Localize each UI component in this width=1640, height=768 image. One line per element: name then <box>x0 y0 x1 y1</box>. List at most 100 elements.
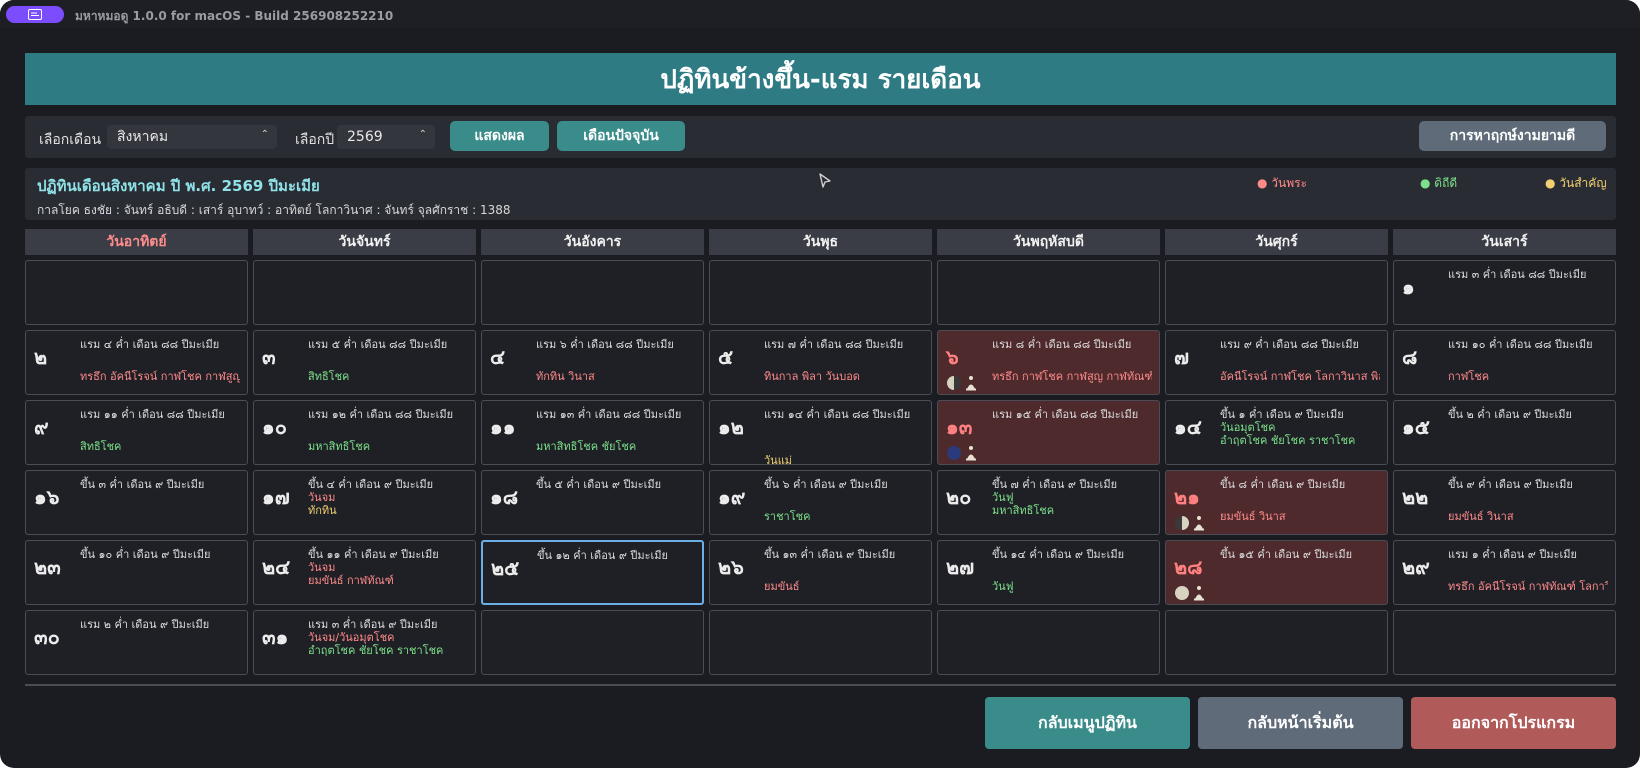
calendar-day-cell[interactable]: ๑๕ ขึ้น ๒ ค่ำ เดือน ๙ ปีมะเมีย <box>1393 400 1616 465</box>
lunar-date: ขึ้น ๖ ค่ำ เดือน ๙ ปีมะเมีย <box>764 478 888 491</box>
day-number: ๔ <box>490 345 506 369</box>
lunar-date: แรม ๙ ค่ำ เดือน ๘๘ ปีมะเมีย <box>1220 338 1359 351</box>
lunar-date: แรม ๑๐ ค่ำ เดือน ๘๘ ปีมะเมีย <box>1448 338 1593 351</box>
chevron-updown-icon: ⌃ <box>260 129 269 140</box>
day-number: ๖ <box>946 345 959 369</box>
lunar-date: แรม ๑๑ ค่ำ เดือน ๘๘ ปีมะเมีย <box>80 408 225 421</box>
calendar-grid: ๑ แรม ๓ ค่ำ เดือน ๘๘ ปีมะเมีย๒ แรม ๔ ค่ำ เ… <box>25 260 1616 676</box>
day-number: ๑๙ <box>718 485 746 509</box>
auspicious-search-button[interactable]: การหาฤกษ์งามยามดี <box>1419 121 1606 151</box>
calendar-day-cell[interactable]: ๑๗ ขึ้น ๔ ค่ำ เดือน ๙ ปีมะเมีย วันจม ทักทิน <box>253 470 476 535</box>
day-number: ๕ <box>718 345 734 369</box>
buddha-icon <box>966 376 976 391</box>
calendar-day-cell[interactable]: ๒๕ ขึ้น ๑๒ ค่ำ เดือน ๙ ปีมะเมีย <box>481 540 704 605</box>
calendar-cell-empty <box>25 260 248 325</box>
calendar-day-cell[interactable]: ๒๑ ขึ้น ๘ ค่ำ เดือน ๙ ปีมะเมีย ยมขันธ์ วิน… <box>1165 470 1388 535</box>
day-note: มหาสิทธิโชค <box>308 440 371 453</box>
calendar-day-cell[interactable]: ๒๒ ขึ้น ๙ ค่ำ เดือน ๙ ปีมะเมียยมขันธ์ วิน… <box>1393 470 1616 535</box>
calendar-info-title: ปฏิทินเดือนสิงหาคม ปี พ.ศ. 2569 ปีมะเมีย <box>37 177 320 195</box>
calendar-day-cell[interactable]: ๒๙ แรม ๑ ค่ำ เดือน ๙ ปีมะเมีย ทรธึก อัคนีโ… <box>1393 540 1616 605</box>
day-note: วันฟู <box>992 580 1014 593</box>
calendar-day-cell[interactable]: ๑๙ ขึ้น ๖ ค่ำ เดือน ๙ ปีมะเมีย ราชาโชค <box>709 470 932 535</box>
app-window: มหาหมอดู 1.0.0 for macOS - Build 2569082… <box>0 0 1640 768</box>
calendar-day-cell[interactable]: ๙ แรม ๑๑ ค่ำ เดือน ๘๘ ปีมะเมีย สิทธิโชค <box>25 400 248 465</box>
calendar-day-cell[interactable]: ๘ แรม ๑๐ ค่ำ เดือน ๘๘ ปีมะเมียกาฬโชค <box>1393 330 1616 395</box>
calendar-cell-empty <box>937 610 1160 675</box>
day-number: ๑๗ <box>262 485 290 509</box>
mouse-cursor-icon <box>819 173 831 188</box>
day-number: ๗ <box>1174 345 1190 369</box>
day-note: ยมขันธ์ กาฬทัณฑ์ <box>308 574 394 587</box>
lunar-date: แรม ๑๒ ค่ำ เดือน ๘๘ ปีมะเมีย <box>308 408 454 421</box>
calendar-day-cell[interactable]: ๓ แรม ๕ ค่ำ เดือน ๘๘ ปีมะเมีย สิทธิโชค <box>253 330 476 395</box>
day-number: ๒๖ <box>718 555 744 579</box>
day-number: ๑๑ <box>490 415 516 439</box>
day-number: ๒๒ <box>1402 485 1429 509</box>
lunar-date: แรม ๕ ค่ำ เดือน ๘๘ ปีมะเมีย <box>308 338 448 351</box>
exit-button[interactable]: ออกจากโปรแกรม <box>1411 697 1616 749</box>
calendar-day-cell[interactable]: ๒๗ ขึ้น ๑๔ ค่ำ เดือน ๙ ปีมะเมียวันฟู <box>937 540 1160 605</box>
lunar-date: ขึ้น ๑๔ ค่ำ เดือน ๙ ปีมะเมีย <box>992 548 1125 561</box>
moon-phase-icon <box>1175 516 1189 530</box>
app-badge[interactable] <box>6 6 64 23</box>
day-number: ๘ <box>1402 345 1418 369</box>
current-month-button[interactable]: เดือนปัจจุบัน <box>557 121 685 151</box>
calendar-day-cell[interactable]: ๒๔ ขึ้น ๑๑ ค่ำ เดือน ๙ ปีมะเมีย วันจม ยมขัน… <box>253 540 476 605</box>
calendar-day-cell[interactable]: ๒๘ ขึ้น ๑๕ ค่ำ เดือน ๙ ปีมะเมีย <box>1165 540 1388 605</box>
lunar-date: ขึ้น ๑๕ ค่ำ เดือน ๙ ปีมะเมีย <box>1220 548 1353 561</box>
divider <box>25 684 1616 686</box>
calendar-day-cell[interactable]: ๓๑ แรม ๓ ค่ำ เดือน ๙ ปีมะเมีย วันจม/วันอมุ… <box>253 610 476 675</box>
calendar-cell-empty <box>1165 610 1388 675</box>
day-note: กาฬโชค <box>1448 370 1490 383</box>
calendar-day-cell[interactable]: ๒๓ ขึ้น ๑๐ ค่ำ เดือน ๙ ปีมะเมีย <box>25 540 248 605</box>
weekday-saturday: วันเสาร์ <box>1393 229 1616 255</box>
day-note: ทรธึก อัคนีโรจน์ กาฬโชค กาฬสูญ โล... <box>80 370 240 383</box>
weekday-friday: วันศุกร์ <box>1165 229 1388 255</box>
day-note: ยมขันธ์ วินาส <box>1448 510 1514 523</box>
calendar-day-cell[interactable]: ๔ แรม ๖ ค่ำ เดือน ๘๘ ปีมะเมีย ทักทิน วินาส <box>481 330 704 395</box>
lunar-date: ขึ้น ๙ ค่ำ เดือน ๙ ปีมะเมีย <box>1448 478 1573 491</box>
weekday-tuesday: วันอังคาร <box>481 229 704 255</box>
calendar-day-cell[interactable]: ๓๐ แรม ๒ ค่ำ เดือน ๙ ปีมะเมีย <box>25 610 248 675</box>
back-home-button[interactable]: กลับหน้าเริ่มต้น <box>1198 697 1403 749</box>
show-button[interactable]: แสดงผล <box>450 121 549 151</box>
calendar-day-cell[interactable]: ๖ แรม ๘ ค่ำ เดือน ๘๘ ปีมะเมีย ทรธึก กาฬโชค… <box>937 330 1160 395</box>
back-calendar-menu-button[interactable]: กลับเมนูปฏิทิน <box>985 697 1190 749</box>
day-note: ยมขันธ์ <box>764 580 800 593</box>
day-number: ๒๗ <box>946 555 975 579</box>
calendar-day-cell[interactable]: ๗ แรม ๙ ค่ำ เดือน ๘๘ ปีมะเมีย อัคนีโรจน์ ก… <box>1165 330 1388 395</box>
calendar-day-cell[interactable]: ๑๒ แรม ๑๔ ค่ำ เดือน ๘๘ ปีมะเมีย วันแม่ <box>709 400 932 467</box>
lunar-date: แรม ๑๔ ค่ำ เดือน ๘๘ ปีมะเมีย <box>764 408 911 421</box>
legend-important-day: ● วันสำคัญ <box>1545 176 1607 190</box>
calendar-day-cell[interactable]: ๑๘ ขึ้น ๕ ค่ำ เดือน ๙ ปีมะเมีย <box>481 470 704 535</box>
day-note: ทักทิน <box>308 504 337 517</box>
calendar-day-cell[interactable]: ๒๖ ขึ้น ๑๓ ค่ำ เดือน ๙ ปีมะเมียยมขันธ์ <box>709 540 932 605</box>
lunar-date: แรม ๒ ค่ำ เดือน ๙ ปีมะเมีย <box>80 618 210 631</box>
calendar-day-cell[interactable]: ๕ แรม ๗ ค่ำ เดือน ๘๘ ปีมะเมีย ทินกาล พิลา … <box>709 330 932 395</box>
day-number: ๑๘ <box>490 485 519 509</box>
calendar-cell-empty <box>1393 610 1616 675</box>
month-select[interactable]: สิงหาคม ⌃ <box>107 125 277 149</box>
legend-good-day: ● ดิถีดี <box>1420 176 1458 190</box>
calendar-day-cell[interactable]: ๒๐ ขึ้น ๗ ค่ำ เดือน ๙ ปีมะเมีย วันฟู มหาสิท… <box>937 470 1160 535</box>
controls-bar: เลือกเดือน สิงหาคม ⌃ เลือกปี 2569 ⌃ แสดง… <box>25 116 1616 158</box>
lunar-date: ขึ้น ๓ ค่ำ เดือน ๙ ปีมะเมีย <box>80 478 205 491</box>
day-number: ๒๘ <box>1174 555 1203 579</box>
calendar-day-cell[interactable]: ๑๔ ขึ้น ๑ ค่ำ เดือน ๙ ปีมะเมีย วันอมุตโชคอ… <box>1165 400 1388 465</box>
day-note: วันแม่ <box>764 454 793 467</box>
calendar-day-cell[interactable]: ๑๖ ขึ้น ๓ ค่ำ เดือน ๙ ปีมะเมีย <box>25 470 248 535</box>
lunar-date: ขึ้น ๕ ค่ำ เดือน ๙ ปีมะเมีย <box>536 478 662 491</box>
calendar-day-cell[interactable]: ๑๓ แรม ๑๕ ค่ำ เดือน ๘๘ ปีมะเมีย <box>937 400 1160 465</box>
day-number: ๙ <box>34 415 49 439</box>
day-number: ๒๕ <box>491 556 520 580</box>
lunar-date: ขึ้น ๑๓ ค่ำ เดือน ๙ ปีมะเมีย <box>764 548 896 561</box>
page-title: ปฏิทินข้างขึ้น-แรม รายเดือน <box>25 53 1616 105</box>
calendar-day-cell[interactable]: ๑ แรม ๓ ค่ำ เดือน ๘๘ ปีมะเมีย <box>1393 260 1616 325</box>
calendar-day-cell[interactable]: ๒ แรม ๔ ค่ำ เดือน ๘๘ ปีมะเมีย ทรธึก อัคนีโ… <box>25 330 248 395</box>
lunar-date: แรม ๑ ค่ำ เดือน ๙ ปีมะเมีย <box>1448 548 1577 561</box>
calendar-day-cell[interactable]: ๑๑ แรม ๑๓ ค่ำ เดือน ๘๘ ปีมะเมีย มหาสิทธิโช… <box>481 400 704 465</box>
calendar-day-cell[interactable]: ๑๐ แรม ๑๒ ค่ำ เดือน ๘๘ ปีมะเมีย มหาสิทธิโช… <box>253 400 476 465</box>
day-note: อำฤตโชค ชัยโชค ราชาโชค <box>1220 434 1356 447</box>
year-select[interactable]: 2569 ⌃ <box>337 125 435 149</box>
day-number: ๒๐ <box>946 485 972 509</box>
